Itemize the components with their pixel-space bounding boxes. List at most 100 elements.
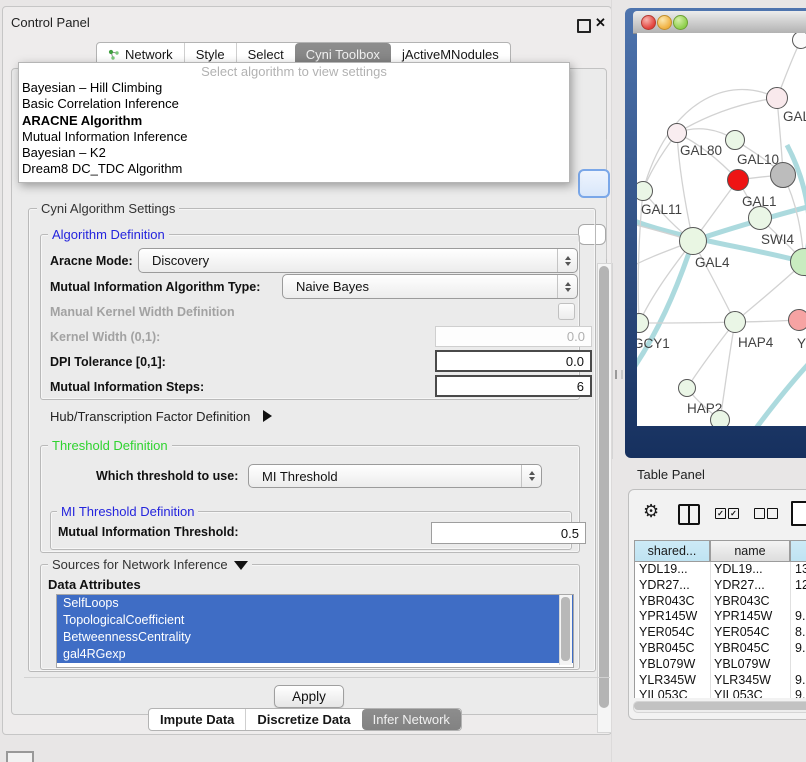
network-tab-icon bbox=[108, 49, 120, 61]
document-icon[interactable] bbox=[791, 501, 806, 526]
network-node[interactable] bbox=[792, 33, 806, 49]
table-row[interactable]: YBL079W YBL079W bbox=[635, 657, 806, 673]
network-window-titlebar[interactable] bbox=[633, 11, 806, 34]
network-node[interactable] bbox=[667, 123, 687, 143]
column-header-shared-name[interactable]: shared... bbox=[634, 540, 710, 562]
data-attributes-label: Data Attributes bbox=[48, 577, 141, 592]
combo-stepper-icon bbox=[557, 249, 577, 272]
data-attribute-item[interactable]: gal4RGexp bbox=[57, 646, 573, 663]
settings-scroll-thumb[interactable] bbox=[599, 266, 609, 708]
data-attributes-list[interactable]: SelfLoopsTopologicalCoefficientBetweenne… bbox=[56, 594, 574, 668]
network-node-label: GAL bbox=[783, 109, 806, 124]
network-node[interactable] bbox=[788, 309, 806, 331]
checked-box-icon[interactable]: ✓ bbox=[728, 508, 739, 519]
sources-group-title[interactable]: Sources for Network Inference bbox=[48, 557, 252, 572]
column-header-name[interactable]: name bbox=[710, 540, 790, 562]
divider bbox=[24, 677, 610, 678]
mi-steps-label: Mutual Information Steps: bbox=[50, 380, 204, 394]
close-icon[interactable]: ✕ bbox=[595, 15, 606, 31]
table-row[interactable]: YIL053C YIL053C 9. bbox=[635, 688, 806, 698]
network-node[interactable] bbox=[727, 169, 749, 191]
algorithm-option[interactable]: Basic Correlation Inference bbox=[19, 96, 569, 112]
table-row[interactable]: YBR045C YBR045C 9. bbox=[635, 641, 806, 657]
float-window-icon[interactable] bbox=[577, 19, 591, 33]
network-node-label: GAL11 bbox=[641, 202, 682, 217]
network-node[interactable] bbox=[725, 130, 745, 150]
table-horizontal-scroll-thumb[interactable] bbox=[634, 702, 806, 710]
algorithm-definition-title: Algorithm Definition bbox=[48, 227, 169, 242]
gear-icon[interactable]: ⚙ bbox=[643, 502, 659, 520]
collapsed-widget[interactable] bbox=[6, 751, 34, 762]
tab-impute-data[interactable]: Impute Data bbox=[149, 709, 245, 730]
table-panel-title: Table Panel bbox=[637, 467, 705, 482]
algorithm-option[interactable]: ARACNE Algorithm bbox=[19, 113, 569, 129]
mi-threshold-label: Mutual Information Threshold: bbox=[58, 525, 239, 539]
mi-type-combo[interactable]: Naive Bayes bbox=[282, 274, 578, 299]
network-node-label: HAP4 bbox=[738, 335, 773, 350]
network-node[interactable] bbox=[766, 87, 788, 109]
dpi-tolerance-field[interactable]: 0.0 bbox=[435, 350, 592, 372]
algorithm-dropdown-popup: Select algorithm to view settings Bayesi… bbox=[18, 62, 570, 183]
network-node[interactable] bbox=[724, 311, 746, 333]
mi-threshold-field[interactable]: 0.5 bbox=[431, 522, 586, 544]
close-traffic-light-icon[interactable] bbox=[641, 15, 656, 30]
table-rows: YDL19... YDL19... 13 YDR27... YDR27... 1… bbox=[634, 562, 806, 698]
network-view-window: GALGAL80GAL10GAL1GAL11SWI4GAL4GCY1HAP4YH… bbox=[625, 8, 806, 458]
hub-definition-label[interactable]: Hub/Transcription Factor Definition bbox=[50, 409, 272, 424]
dropdown-prompt: Select algorithm to view settings bbox=[19, 63, 569, 80]
table-row[interactable]: YDR27... YDR27... 12 bbox=[635, 578, 806, 594]
kernel-width-field[interactable]: 0.0 bbox=[435, 326, 592, 347]
column-gridline bbox=[790, 562, 791, 698]
collapse-down-icon[interactable] bbox=[234, 561, 248, 570]
columns-icon[interactable] bbox=[678, 504, 700, 525]
table-row[interactable]: YBR043C YBR043C bbox=[635, 594, 806, 610]
table-row[interactable]: YER054C YER054C 8. bbox=[635, 625, 806, 641]
aracne-mode-label: Aracne Mode: bbox=[50, 254, 133, 268]
zoom-traffic-light-icon[interactable] bbox=[673, 15, 688, 30]
algorithm-options-list: Bayesian – Hill ClimbingBasic Correlatio… bbox=[19, 80, 569, 178]
table-row[interactable]: YDL19... YDL19... 13 bbox=[635, 562, 806, 578]
column-header-partial[interactable] bbox=[790, 540, 806, 562]
column-gridline bbox=[710, 562, 711, 698]
which-threshold-combo[interactable]: MI Threshold bbox=[248, 464, 542, 488]
tab-discretize-data[interactable]: Discretize Data bbox=[245, 709, 361, 730]
algorithm-option[interactable]: Dream8 DC_TDC Algorithm bbox=[19, 161, 569, 177]
dpi-tolerance-label: DPI Tolerance [0,1]: bbox=[50, 355, 166, 369]
network-node[interactable] bbox=[678, 379, 696, 397]
apply-button[interactable]: Apply bbox=[274, 685, 344, 708]
algorithm-option[interactable]: Bayesian – Hill Climbing bbox=[19, 80, 569, 96]
expand-right-icon[interactable] bbox=[263, 410, 272, 422]
network-node[interactable] bbox=[679, 227, 707, 255]
data-attribute-item[interactable]: SelfLoops bbox=[57, 595, 573, 612]
mi-threshold-group-title: MI Threshold Definition bbox=[57, 504, 198, 519]
control-panel-window: Control Panel ✕ Network Style Select Cyn… bbox=[2, 6, 612, 735]
settings-group-title: Cyni Algorithm Settings bbox=[37, 201, 179, 216]
hidden-algorithm-combo-edge[interactable] bbox=[578, 169, 610, 198]
network-canvas[interactable]: GALGAL80GAL10GAL1GAL11SWI4GAL4GCY1HAP4YH… bbox=[637, 33, 806, 426]
manual-kernel-checkbox[interactable] bbox=[558, 303, 575, 320]
network-node-label: Y bbox=[797, 336, 806, 351]
aracne-mode-combo[interactable]: Discovery bbox=[138, 248, 578, 273]
unchecked-box-icon[interactable] bbox=[754, 508, 765, 519]
algorithm-option[interactable]: Bayesian – K2 bbox=[19, 145, 569, 161]
network-node-label: GAL4 bbox=[695, 255, 730, 270]
network-node[interactable] bbox=[770, 162, 796, 188]
unchecked-box-icon[interactable] bbox=[767, 508, 778, 519]
hidden-groupbox-edge bbox=[606, 139, 607, 259]
network-node-label: SWI4 bbox=[761, 232, 794, 247]
table-row[interactable]: YLR345W YLR345W 9. bbox=[635, 673, 806, 689]
kernel-width-label: Kernel Width (0,1): bbox=[50, 330, 160, 344]
table-row[interactable]: YPR145W YPR145W 9. bbox=[635, 609, 806, 625]
network-node-label: GCY1 bbox=[637, 336, 670, 351]
minimize-traffic-light-icon[interactable] bbox=[657, 15, 672, 30]
tab-infer-network[interactable]: Infer Network bbox=[362, 709, 461, 730]
mi-steps-field[interactable]: 6 bbox=[435, 375, 592, 397]
network-node[interactable] bbox=[748, 206, 772, 230]
network-node[interactable] bbox=[710, 410, 730, 426]
checked-box-icon[interactable]: ✓ bbox=[715, 508, 726, 519]
algorithm-option[interactable]: Mutual Information Inference bbox=[19, 129, 569, 145]
data-attribute-item[interactable]: TopologicalCoefficient bbox=[57, 612, 573, 629]
data-attribute-item[interactable]: BetweennessCentrality bbox=[57, 629, 573, 646]
panel-resize-handle[interactable] bbox=[615, 370, 623, 379]
attribute-list-scroll-thumb[interactable] bbox=[561, 597, 570, 661]
